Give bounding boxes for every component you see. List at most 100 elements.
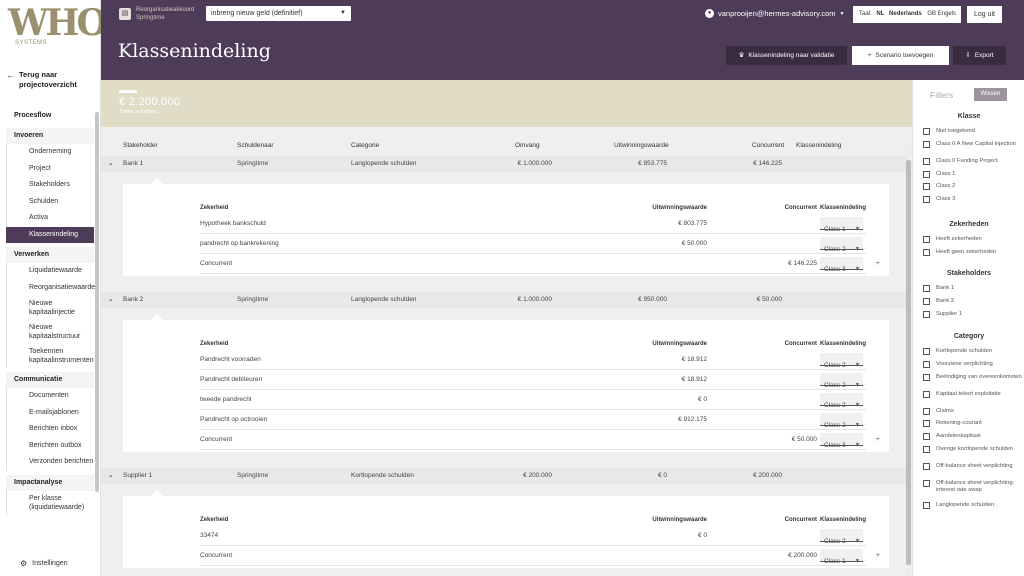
sidebar-item-klassenindeling[interactable]: Klassenindeling [6,226,94,243]
checkbox[interactable] [923,128,930,135]
checkbox[interactable] [923,360,930,368]
filter-option[interactable]: Bank 2 [923,297,1023,305]
filter-option[interactable]: Class 3 [923,196,1023,204]
column-header-uitwinningswaarde[interactable]: Uitwinningswaarde [614,142,669,149]
nav-section-verwerken[interactable]: Verwerken [6,247,94,263]
checkbox[interactable] [923,310,930,318]
lang-option-nl[interactable]: NL Nederlands [873,11,921,17]
add-class-icon[interactable]: + [876,436,880,443]
class-select[interactable]: Class 3 ▼ [820,257,863,273]
class-select[interactable]: Class 2 ▼ [820,393,863,409]
back-to-projects-link[interactable]: ← Terug naar projectoverzicht [0,58,100,98]
nav-section-impactanalyse[interactable]: Impactanalyse [6,474,94,491]
clear-filters-button[interactable]: Wissen [974,88,1007,101]
sidebar-item-nieuwe-kapitaalstructuur[interactable]: Nieuwe kapitaalstructuur [6,320,94,344]
scenario-select[interactable]: inbreng nieuw geld (definitief) ▼ [206,6,351,21]
filter-option[interactable]: Class 2 [923,183,1023,191]
filter-option[interactable]: Langlopende schulden [923,502,1023,509]
column-header-concurrent[interactable]: Concurrent [752,142,784,149]
class-select[interactable]: Class 2 ▼ [820,529,863,545]
filter-option[interactable]: Kapitaal tekort exploitatie [923,390,1023,398]
sidebar-item-per-klasse-liquidatiewaarde-[interactable]: Per klasse (liquidatiewaarde) [6,490,94,515]
checkbox[interactable] [923,420,930,428]
sidebar-item-onderneming[interactable]: Onderneming [6,144,94,161]
filter-option[interactable]: Rekening-courant [923,420,1023,428]
sidebar-item-liquidatiewaarde[interactable]: Liquidatiewaarde [6,263,94,280]
column-header-stakeholder[interactable]: Stakeholder [123,142,158,149]
checkbox[interactable] [923,297,930,305]
nav-section-invoeren[interactable]: Invoeren [6,128,94,144]
lang-option-en[interactable]: GB Engels [927,11,956,17]
sidebar-item-schulden[interactable]: Schulden [6,193,94,210]
class-select[interactable]: Class 3 ▼ [820,433,863,449]
export-button[interactable]: ⇩ Export [953,46,1006,65]
sidebar-item-documenten[interactable]: Documenten [6,388,94,405]
nav-section-communicatie[interactable]: Communicatie [6,372,94,388]
filter-option[interactable]: Off-balance sheet verplichting [923,463,1023,470]
filter-option[interactable]: Heeft geen zekerheden [923,248,1023,256]
filter-option[interactable]: Supplier 1 [923,310,1023,318]
chevron-down-icon[interactable]: ⌄ [108,159,114,167]
filter-option[interactable]: Kortlopende schulden [923,348,1023,355]
class-select[interactable]: Class 1 ▼ [820,217,863,233]
logo[interactable]: WHOA SYSTEMS [0,0,133,58]
chevron-down-icon[interactable]: ⌄ [108,295,114,303]
class-select[interactable]: Class 2 ▼ [820,353,863,369]
checkbox[interactable] [923,170,930,178]
add-scenario-button[interactable]: + Scenario toevoegen [852,46,949,65]
sidebar-item-activa[interactable]: Activa [6,210,94,227]
table-row[interactable]: ⌄ Supplier 1 Springtime Kortlopende schulde… [101,468,908,484]
checkbox[interactable] [923,407,930,415]
sidebar-item-berichten-inbox[interactable]: Berichten inbox [6,421,94,438]
checkbox[interactable] [923,285,930,292]
sidebar-item-project[interactable]: Project [6,160,94,177]
class-select[interactable]: Class 2 ▼ [820,373,863,389]
filter-option[interactable]: Voorziene verplichting [923,360,1023,368]
filter-option[interactable]: Class 0 A New Capital injection [923,140,1023,148]
nav-procesflow[interactable]: Procesflow [6,108,94,124]
column-header-schuldenaar[interactable]: Schuldenaar [237,142,274,149]
filter-option[interactable]: Claims [923,407,1023,415]
main-scrollbar-thumb[interactable] [906,160,911,565]
filter-option[interactable]: Bank 1 [923,285,1023,292]
column-header-omvang[interactable]: Omvang [515,142,540,149]
filter-option[interactable]: Class 1 [923,170,1023,178]
filter-option[interactable]: Heeft zekerheden [923,236,1023,243]
checkbox[interactable] [923,348,930,355]
filter-option[interactable]: Niet toegekend [923,128,1023,135]
checkbox[interactable] [923,196,930,204]
sidebar-item-berichten-outbox[interactable]: Berichten outbox [6,437,94,454]
filter-option[interactable]: Overige kortlopende schulden [923,446,1023,453]
filter-option[interactable]: Off-balance sheet verplichting: interest… [923,480,1023,494]
add-class-icon[interactable]: + [876,552,880,559]
class-select[interactable]: Class 2 ▼ [820,413,863,429]
sidebar-item-reorganisatiewaarde[interactable]: Reorganisatiewaarde [6,279,95,296]
filter-option[interactable]: Class 0 Funding Project [923,157,1023,165]
filter-option[interactable]: Aandelenkapitaal [923,433,1023,441]
checkbox[interactable] [923,248,930,256]
column-header-klassenindeling[interactable]: Klassenindeling [796,142,842,149]
sidebar-item-stakeholders[interactable]: Stakeholders [6,177,94,194]
class-select[interactable]: Class 1 ▼ [820,549,863,565]
checkbox[interactable] [923,390,930,398]
add-class-icon[interactable]: + [876,260,880,267]
checkbox[interactable] [923,433,930,441]
column-header-categorie[interactable]: Categorie [351,142,379,149]
settings-link[interactable]: ⚙ Instellingen [20,559,68,568]
sidebar-item-toekennen-kapitaalinstrumenten[interactable]: Toekennen kapitaalinstrumenten [6,344,94,368]
logout-button[interactable]: Log uit [967,6,1002,23]
checkbox[interactable] [923,373,930,381]
checkbox[interactable] [923,480,930,487]
sidebar-item-verzonden-berichten[interactable]: Verzonden berichten [6,454,94,471]
class-select[interactable]: Class 2 ▼ [820,237,863,253]
checkbox[interactable] [923,236,930,243]
sidebar-item-nieuwe-kapitaalinjectie[interactable]: Nieuwe kapitaalinjectie [6,296,94,320]
user-menu[interactable]: ● vanprooijen@hermes-advisory.com ▼ [705,9,844,18]
chevron-down-icon[interactable]: ⌄ [108,471,114,479]
checkbox[interactable] [923,183,930,191]
table-row[interactable]: ⌄ Bank 2 Springtime Langlopende schulden € 1… [101,292,908,308]
validate-button[interactable]: ♛ Klassenindeling naar validatie [726,46,847,65]
checkbox[interactable] [923,502,930,509]
checkbox[interactable] [923,446,930,453]
sidebar-scrollbar[interactable] [95,112,99,492]
